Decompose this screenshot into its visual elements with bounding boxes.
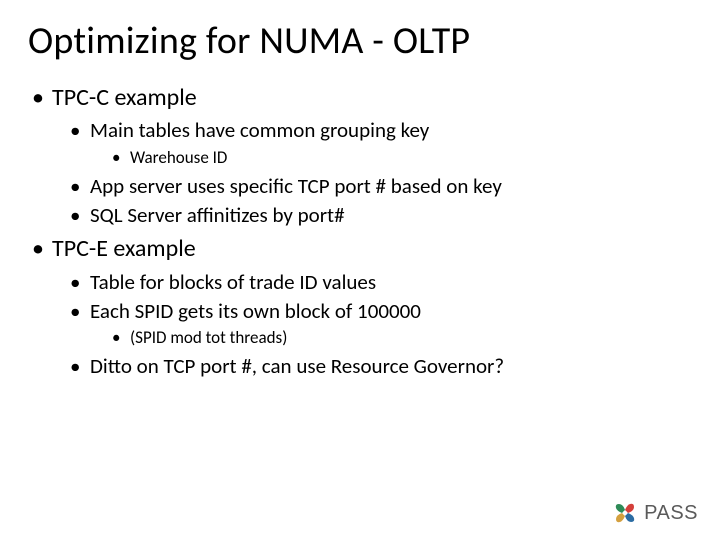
slide-title: Optimizing for NUMA - OLTP	[28, 18, 692, 64]
bullet-lvl3: (SPID mod tot threads)	[108, 326, 692, 350]
bullet-lvl2: Table for blocks of trade ID values	[66, 268, 692, 296]
bullet-list: TPC-C example Main tables have common gr…	[28, 82, 692, 380]
bullet-lvl2: Ditto on TCP port #, can use Resource Go…	[66, 352, 692, 380]
bullet-text: TPC-C example	[52, 83, 197, 112]
pass-logo-text: PASS	[644, 502, 698, 525]
bullet-text: Main tables have common grouping key	[90, 117, 429, 143]
bullet-lvl2: App server uses specific TCP port # base…	[66, 172, 692, 200]
bullet-sublist: Warehouse ID	[90, 146, 692, 170]
bullet-sublist: Table for blocks of trade ID values Each…	[52, 268, 692, 381]
bullet-text: Ditto on TCP port #, can use Resource Go…	[90, 353, 504, 379]
bullet-lvl2: Main tables have common grouping key War…	[66, 116, 692, 169]
pass-logo: PASS	[612, 500, 698, 526]
bullet-lvl1: TPC-E example Table for blocks of trade …	[28, 233, 692, 380]
bullet-lvl2: SQL Server affinitizes by port#	[66, 201, 692, 229]
bullet-text: SQL Server affinitizes by port#	[90, 202, 345, 228]
bullet-lvl2: Each SPID gets its own block of 100000 (…	[66, 297, 692, 350]
bullet-sublist: (SPID mod tot threads)	[90, 326, 692, 350]
bullet-text: TPC-E example	[52, 234, 196, 263]
bullet-text: Each SPID gets its own block of 100000	[90, 298, 421, 324]
bullet-lvl1: TPC-C example Main tables have common gr…	[28, 82, 692, 229]
bullet-sublist: Main tables have common grouping key War…	[52, 116, 692, 229]
bullet-text: Table for blocks of trade ID values	[90, 269, 376, 295]
bullet-text: (SPID mod tot threads)	[130, 327, 287, 348]
pass-logo-icon	[612, 500, 638, 526]
bullet-text: App server uses specific TCP port # base…	[90, 173, 502, 199]
bullet-lvl3: Warehouse ID	[108, 146, 692, 170]
bullet-text: Warehouse ID	[130, 147, 227, 168]
slide-body: Optimizing for NUMA - OLTP TPC-C example…	[0, 0, 720, 380]
